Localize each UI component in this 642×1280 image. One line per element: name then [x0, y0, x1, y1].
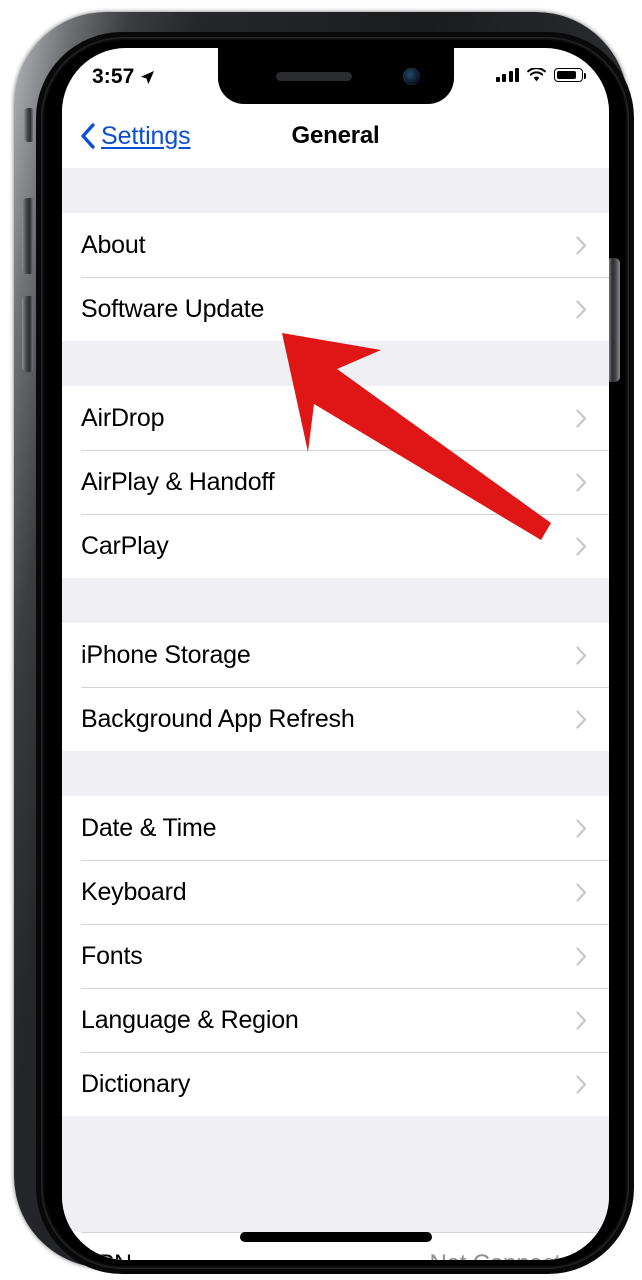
row-accessory: [576, 645, 587, 665]
chevron-right-icon: [576, 709, 587, 729]
battery-level: [556, 70, 577, 80]
volume-up-button[interactable]: [22, 198, 33, 274]
settings-group-4: Date & Time Keyboard Fonts Language & Re…: [62, 796, 609, 1116]
phone-screen: About Software Update AirDrop AirPlay & …: [62, 48, 609, 1260]
location-arrow-icon: [141, 70, 155, 85]
row-accessory: [576, 818, 587, 838]
back-chevron-icon: [81, 123, 95, 149]
wifi-icon: [527, 68, 546, 82]
row-software-update[interactable]: Software Update: [62, 277, 609, 341]
row-accessory: [576, 299, 587, 319]
chevron-right-icon: [576, 946, 587, 966]
settings-group-2: AirDrop AirPlay & Handoff CarPlay: [62, 386, 609, 578]
group-gap: [62, 168, 609, 213]
chevron-right-icon: [576, 882, 587, 902]
status-bar-left: 3:57: [92, 65, 155, 89]
settings-group-1: About Software Update: [62, 213, 609, 341]
row-label: Language & Region: [81, 1005, 299, 1034]
row-carplay[interactable]: CarPlay: [62, 514, 609, 578]
row-accessory: [576, 709, 587, 729]
row-accessory: Not Connected: [429, 1250, 587, 1260]
chevron-right-icon: [576, 536, 587, 556]
row-label: AirDrop: [81, 403, 165, 432]
group-gap: [62, 1116, 609, 1161]
row-label: Keyboard: [81, 877, 187, 906]
row-fonts[interactable]: Fonts: [62, 924, 609, 988]
row-label: AirPlay & Handoff: [81, 467, 275, 496]
device-frame: About Software Update AirDrop AirPlay & …: [14, 12, 634, 1274]
settings-list[interactable]: About Software Update AirDrop AirPlay & …: [62, 168, 609, 1260]
front-camera-icon: [402, 68, 420, 85]
battery-icon: [554, 68, 587, 82]
row-label: Background App Refresh: [81, 704, 355, 733]
row-dictionary[interactable]: Dictionary: [62, 1052, 609, 1116]
back-button[interactable]: Settings: [80, 122, 191, 151]
chevron-right-icon: [576, 235, 587, 255]
chevron-right-icon: [576, 408, 587, 428]
row-label: Fonts: [81, 941, 143, 970]
row-accessory: [576, 882, 587, 902]
row-keyboard[interactable]: Keyboard: [62, 860, 609, 924]
chevron-right-icon: [576, 472, 587, 492]
chevron-right-icon: [576, 1010, 587, 1030]
row-accessory: [576, 1010, 587, 1030]
chevron-right-icon: [576, 1074, 587, 1094]
row-accessory: [576, 408, 587, 428]
row-date-time[interactable]: Date & Time: [62, 796, 609, 860]
row-accessory: [576, 235, 587, 255]
row-background-app-refresh[interactable]: Background App Refresh: [62, 687, 609, 751]
row-airplay-handoff[interactable]: AirPlay & Handoff: [62, 450, 609, 514]
row-label: About: [81, 230, 146, 259]
row-accessory: [576, 1074, 587, 1094]
status-bar-right: [495, 68, 587, 82]
row-label: VPN: [81, 1250, 132, 1261]
row-airdrop[interactable]: AirDrop: [62, 386, 609, 450]
row-label: iPhone Storage: [81, 640, 251, 669]
row-label: Dictionary: [81, 1069, 191, 1098]
group-gap: [62, 578, 609, 623]
row-language-region[interactable]: Language & Region: [62, 988, 609, 1052]
row-accessory: [576, 536, 587, 556]
group-gap: [62, 341, 609, 386]
chevron-right-icon: [576, 299, 587, 319]
row-about[interactable]: About: [62, 213, 609, 277]
row-iphone-storage[interactable]: iPhone Storage: [62, 623, 609, 687]
back-button-label: Settings: [101, 121, 191, 150]
chevron-right-icon: [576, 645, 587, 665]
row-accessory: [576, 472, 587, 492]
power-button[interactable]: [609, 258, 620, 382]
row-label: CarPlay: [81, 531, 169, 560]
row-label: Date & Time: [81, 813, 217, 842]
row-accessory: [576, 946, 587, 966]
group-gap: [62, 751, 609, 796]
earpiece-speaker: [275, 72, 352, 81]
signal-bars-icon: [495, 68, 519, 82]
chevron-right-icon: [576, 818, 587, 838]
vpn-status-value: Not Connected: [429, 1250, 587, 1260]
mute-switch[interactable]: [24, 108, 33, 142]
home-indicator[interactable]: [239, 1232, 432, 1242]
row-label: Software Update: [81, 294, 265, 323]
settings-group-3: iPhone Storage Background App Refresh: [62, 623, 609, 751]
navigation-bar: Settings General: [62, 104, 609, 168]
status-time: 3:57: [92, 65, 135, 88]
volume-down-button[interactable]: [22, 296, 33, 372]
notch: [217, 48, 454, 104]
